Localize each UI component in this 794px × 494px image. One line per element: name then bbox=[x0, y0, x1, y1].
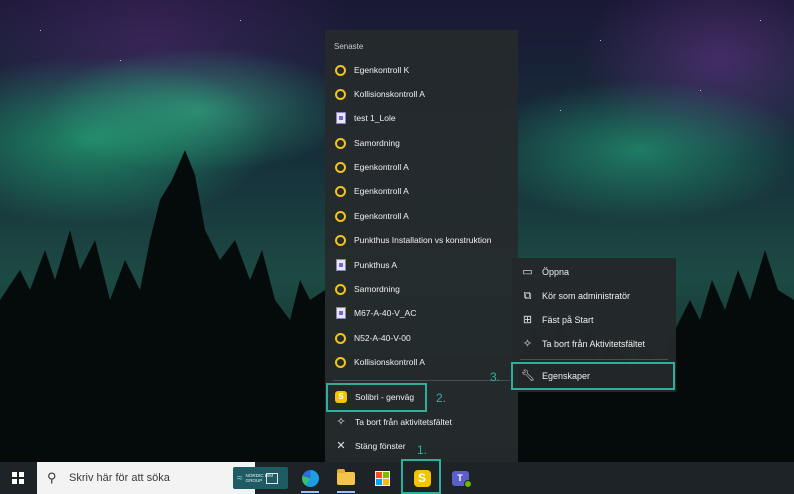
window-icon: ▭ bbox=[522, 266, 533, 278]
unpin-from-taskbar-label: Ta bort från Aktivitetsfältet bbox=[542, 339, 646, 349]
task-view-button[interactable] bbox=[254, 462, 290, 494]
pin-start-icon: ⊞ bbox=[522, 314, 533, 326]
step-3-highlight bbox=[511, 362, 675, 390]
recent-item-label: Kollisionskontroll A bbox=[354, 357, 425, 367]
recent-item-label: Samordning bbox=[354, 138, 400, 148]
recent-item-label: Egenkontroll A bbox=[354, 162, 409, 172]
solibri-ring-icon bbox=[335, 64, 346, 76]
run-as-admin-item[interactable]: ⧉ Kör som administratör bbox=[512, 284, 676, 308]
step-1-label: 1. bbox=[417, 443, 428, 457]
solibri-ring-icon bbox=[335, 137, 346, 149]
open-label: Öppna bbox=[542, 267, 570, 277]
document-icon bbox=[336, 259, 346, 271]
solibri-ring-icon bbox=[335, 283, 346, 295]
solibri-ring-icon bbox=[335, 234, 346, 246]
running-indicator bbox=[337, 491, 355, 493]
star bbox=[700, 90, 701, 91]
recent-item-label: Egenkontroll A bbox=[354, 211, 409, 221]
unpin-label: Ta bort från aktivitetsfältet bbox=[355, 417, 452, 427]
close-window-label: Stäng fönster bbox=[355, 441, 406, 451]
recent-item[interactable]: Kollisionskontroll A bbox=[325, 82, 518, 106]
recent-item[interactable]: test 1_Lole bbox=[325, 106, 518, 130]
recent-item-label: Egenkontroll K bbox=[354, 65, 410, 75]
solibri-ring-icon bbox=[335, 210, 346, 222]
recent-item[interactable]: Egenkontroll A bbox=[325, 179, 518, 203]
search-placeholder: Skriv här för att söka bbox=[69, 472, 170, 484]
recent-item-label: Kollisionskontroll A bbox=[354, 89, 425, 99]
pin-to-start-label: Fäst på Start bbox=[542, 315, 594, 325]
edge-icon bbox=[301, 469, 319, 487]
taskbar: ⚲ Skriv här för att söka ≈ NORDIC BIM GRO… bbox=[0, 462, 794, 494]
solibri-ring-icon bbox=[335, 185, 346, 197]
solibri-ring-icon bbox=[335, 332, 346, 344]
star bbox=[560, 110, 561, 111]
folder-icon bbox=[337, 468, 355, 485]
star bbox=[120, 60, 121, 61]
recent-item-label: Samordning bbox=[354, 284, 400, 294]
recent-item[interactable]: Samordning bbox=[325, 131, 518, 155]
star bbox=[600, 40, 601, 41]
solibri-ring-icon bbox=[335, 161, 346, 173]
store-icon bbox=[374, 470, 390, 486]
divider bbox=[520, 359, 668, 360]
nordic-bim-mark-icon: ≈ bbox=[237, 472, 243, 484]
recent-item-label: Punkthus Installation vs konstruktion bbox=[354, 235, 492, 245]
taskbar-search-box[interactable]: ⚲ Skriv här för att söka ≈ NORDIC BIM GRO… bbox=[37, 462, 288, 494]
recent-item[interactable]: Samordning bbox=[325, 277, 518, 301]
divider bbox=[333, 380, 510, 381]
task-view-icon bbox=[266, 472, 278, 484]
file-explorer-taskbar-button[interactable] bbox=[328, 462, 364, 494]
run-as-admin-label: Kör som administratör bbox=[542, 291, 631, 301]
search-icon: ⚲ bbox=[47, 470, 57, 485]
step-3-label: 3. bbox=[490, 370, 501, 384]
teams-taskbar-button[interactable]: T bbox=[442, 462, 478, 494]
open-menu-item[interactable]: ▭ Öppna bbox=[512, 260, 676, 284]
solibri-ring-icon bbox=[335, 88, 346, 100]
start-button[interactable] bbox=[0, 462, 36, 494]
step-2-highlight bbox=[326, 383, 427, 412]
star bbox=[240, 20, 241, 21]
recent-item[interactable]: Punkthus A bbox=[325, 253, 518, 277]
recent-item-label: test 1_Lole bbox=[354, 113, 396, 123]
unpin-icon: ✧ bbox=[336, 416, 346, 428]
unpin-icon: ✧ bbox=[522, 338, 533, 350]
windows-logo-icon bbox=[12, 472, 24, 484]
step-1-highlight bbox=[401, 459, 441, 494]
document-icon bbox=[336, 112, 346, 124]
recent-item[interactable]: N52-A-40-V-00 bbox=[325, 326, 518, 350]
running-indicator bbox=[301, 491, 319, 493]
star bbox=[40, 30, 41, 31]
recent-item[interactable]: Egenkontroll A bbox=[325, 204, 518, 228]
pin-to-start-item[interactable]: ⊞ Fäst på Start bbox=[512, 308, 676, 332]
recent-item-label: Punkthus A bbox=[354, 260, 398, 270]
recent-item-label: Egenkontroll A bbox=[354, 186, 409, 196]
step-2-label: 2. bbox=[436, 391, 447, 405]
recent-item[interactable]: Egenkontroll K bbox=[325, 58, 518, 82]
shield-window-icon: ⧉ bbox=[523, 290, 532, 302]
recent-header: Senaste bbox=[334, 42, 364, 51]
recent-item[interactable]: M67-A-40-V_AC bbox=[325, 301, 518, 325]
recent-item[interactable]: Egenkontroll A bbox=[325, 155, 518, 179]
store-taskbar-button[interactable] bbox=[364, 462, 400, 494]
recent-item[interactable]: Punkthus Installation vs konstruktion bbox=[325, 228, 518, 252]
close-icon: ✕ bbox=[336, 440, 346, 452]
solibri-ring-icon bbox=[335, 356, 346, 368]
recent-item-label: N52-A-40-V-00 bbox=[354, 333, 411, 343]
unpin-from-taskbar-item[interactable]: ✧ Ta bort från Aktivitetsfältet bbox=[512, 332, 676, 356]
document-icon bbox=[336, 307, 346, 319]
star bbox=[760, 20, 761, 21]
edge-taskbar-button[interactable] bbox=[292, 462, 328, 494]
unpin-taskbar-item[interactable]: ✧ Ta bort från aktivitetsfältet bbox=[325, 410, 518, 434]
recent-item-label: M67-A-40-V_AC bbox=[354, 308, 417, 318]
teams-icon: T bbox=[451, 470, 472, 488]
